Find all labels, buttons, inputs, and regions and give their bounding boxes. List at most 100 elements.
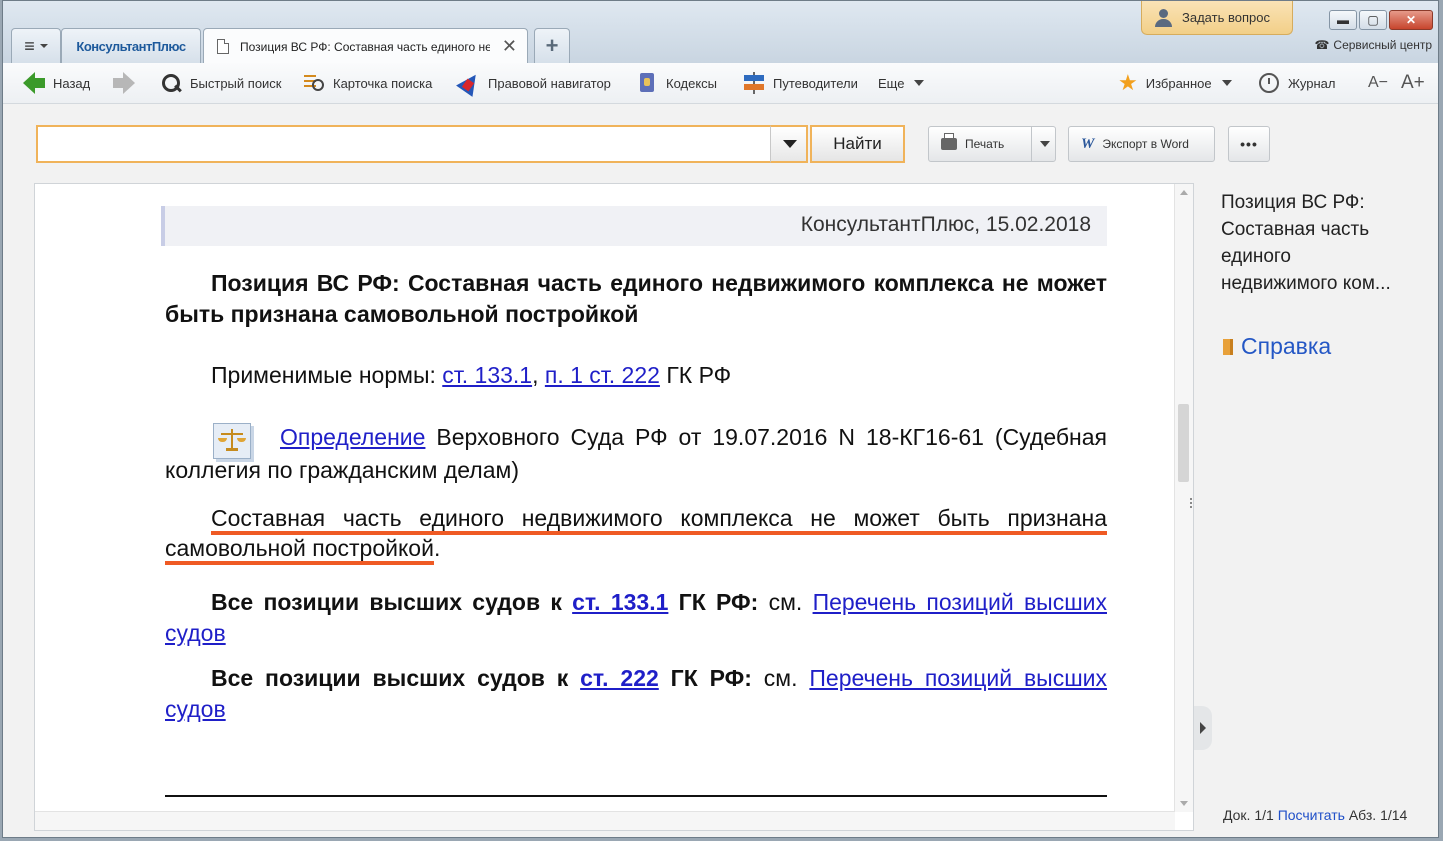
chevron-down-icon (914, 80, 925, 86)
help-link[interactable]: Справка (1223, 333, 1331, 360)
chevron-right-icon (1200, 722, 1206, 734)
norm-link-133-1[interactable]: ст. 133.1 (442, 362, 532, 388)
search-row: Найти Печать W Экспорт в Word ••• (3, 104, 1438, 182)
font-decrease-label: A− (1368, 74, 1389, 91)
norm-link-222[interactable]: п. 1 ст. 222 (545, 362, 660, 388)
close-icon[interactable]: ✕ (502, 36, 517, 57)
export-word-button[interactable]: W Экспорт в Word (1068, 126, 1215, 162)
norms-prefix: Применимые нормы: (211, 362, 443, 388)
menu-icon: ≡ (24, 35, 35, 56)
article-link-133-1[interactable]: ст. 133.1 (572, 589, 668, 615)
tab-document[interactable]: Позиция ВС РФ: Составная часть единого н… (203, 28, 528, 64)
norms-separator: , (532, 362, 545, 388)
document-title: Позиция ВС РФ: Составная часть единого н… (165, 270, 1107, 327)
doc-counter: Док. 1/1 (1223, 807, 1274, 823)
definition-link[interactable]: Определение (280, 424, 425, 450)
export-word-label: Экспорт в Word (1102, 137, 1189, 151)
document-icon (217, 39, 229, 54)
search-card-button[interactable]: Карточка поиска (303, 63, 432, 103)
search-history-dropdown[interactable] (770, 125, 808, 163)
all-positions-133-1: Все позиции высших судов к ст. 133.1 ГК … (165, 587, 1107, 649)
book-icon (1223, 338, 1233, 355)
plus-icon: + (545, 33, 559, 58)
codex-icon (636, 72, 658, 94)
window-controls: ▬ ▢ ✕ (1329, 10, 1433, 30)
back-button[interactable]: Назад (23, 63, 90, 103)
font-decrease-button[interactable]: A− (1368, 63, 1388, 103)
article-link-222[interactable]: ст. 222 (580, 665, 659, 691)
more-actions-button[interactable]: ••• (1228, 126, 1270, 162)
civil-code-label: ГК РФ: (658, 665, 752, 691)
scroll-up-icon[interactable] (1180, 190, 1188, 195)
applicable-norms: Применимые нормы: ст. 133.1, п. 1 ст. 22… (165, 360, 1107, 391)
document-pane[interactable]: КонсультантПлюс, 15.02.2018 Позиция ВС Р… (34, 183, 1194, 831)
chevron-down-icon (1039, 141, 1050, 147)
favorites-label: Избранное (1145, 75, 1212, 91)
panel-splitter[interactable] (1189, 496, 1193, 516)
paragraph-counter: Абз. 1/14 (1348, 807, 1408, 823)
new-tab-button[interactable]: + (534, 28, 570, 63)
civil-code-label: ГК РФ: (668, 589, 759, 615)
journal-button[interactable]: Журнал (1258, 63, 1335, 103)
quick-search-button[interactable]: Быстрый поиск (160, 63, 282, 103)
court-scales-icon (209, 421, 257, 461)
short-title-line: единого (1221, 246, 1291, 267)
main-toolbar: Назад Быстрый поиск Карточка поиска Прав… (3, 63, 1438, 104)
all-positions-label: Все позиции высших судов к (211, 589, 573, 615)
status-bar: Док. 1/1 Посчитать Абз. 1/14 (1223, 807, 1407, 823)
more-menu-button[interactable]: Еще (878, 63, 925, 103)
collapse-panel-button[interactable] (1194, 706, 1212, 750)
document-source-header: КонсультантПлюс, 15.02.2018 (161, 206, 1107, 246)
search-input[interactable] (36, 125, 772, 163)
right-panel: Позиция ВС РФ: Составная часть единого н… (1215, 183, 1435, 831)
scroll-thumb[interactable] (1178, 404, 1189, 482)
service-center-label: Сервисный центр (1333, 38, 1432, 52)
short-title-line: недвижимого ком... (1221, 273, 1391, 294)
signpost-icon (743, 72, 765, 94)
find-button[interactable]: Найти (810, 125, 905, 163)
tab-konsultant-plus[interactable]: КонсультантПлюс (61, 28, 201, 63)
guides-label: Путеводители (773, 75, 858, 91)
all-positions-label: Все позиции высших судов к (211, 665, 581, 691)
chevron-down-icon (39, 44, 48, 48)
see-label: см. (758, 589, 813, 615)
journal-label: Журнал (1288, 75, 1336, 91)
guides-button[interactable]: Путеводители (743, 63, 858, 103)
font-increase-button[interactable]: A+ (1401, 63, 1425, 103)
forward-button[interactable] (113, 63, 135, 103)
main-menu-button[interactable]: ≡ (11, 28, 61, 63)
print-options-dropdown[interactable] (1032, 141, 1055, 147)
horizontal-scrollbar[interactable] (35, 811, 1175, 830)
maximize-button[interactable]: ▢ (1359, 10, 1387, 30)
document-content: КонсультантПлюс, 15.02.2018 Позиция ВС Р… (161, 206, 1107, 725)
history-clock-icon (1258, 72, 1280, 94)
search-icon (160, 72, 182, 94)
word-icon: W (1081, 135, 1095, 152)
legal-navigator-button[interactable]: Правовой навигатор (456, 63, 611, 103)
service-center-link[interactable]: ☎ Сервисный центр (1314, 38, 1432, 52)
ask-question-button[interactable]: Задать вопрос (1141, 1, 1293, 35)
codes-button[interactable]: Кодексы (636, 63, 717, 103)
minimize-button[interactable]: ▬ (1329, 10, 1357, 30)
all-positions-222: Все позиции высших судов к ст. 222 ГК РФ… (165, 663, 1107, 725)
count-link[interactable]: Посчитать (1278, 807, 1345, 823)
print-button[interactable]: Печать (928, 126, 1056, 162)
highlighted-conclusion: Составная часть единого недвижимого комп… (165, 505, 1107, 565)
search-card-label: Карточка поиска (333, 75, 433, 91)
favorites-button[interactable]: ★ Избранное (1118, 63, 1232, 103)
logo-text: КонсультантПлюс (76, 38, 186, 54)
person-icon (1154, 8, 1174, 27)
print-main[interactable]: Печать (929, 127, 1032, 161)
main-conclusion: Составная часть единого недвижимого комп… (165, 503, 1107, 565)
scroll-down-icon[interactable] (1180, 801, 1188, 806)
font-increase-label: A+ (1401, 72, 1425, 93)
tab-document-title: Позиция ВС РФ: Составная часть единого н… (240, 39, 490, 54)
help-label: Справка (1241, 333, 1332, 359)
close-window-button[interactable]: ✕ (1389, 10, 1433, 30)
phone-icon: ☎ (1314, 38, 1330, 52)
search-card-icon (303, 72, 325, 94)
tab-bar: ≡ КонсультантПлюс Позиция ВС РФ: Составн… (3, 1, 1438, 64)
back-label: Назад (53, 75, 91, 91)
navigator-icon (456, 69, 484, 97)
legal-navigator-label: Правовой навигатор (488, 75, 611, 91)
